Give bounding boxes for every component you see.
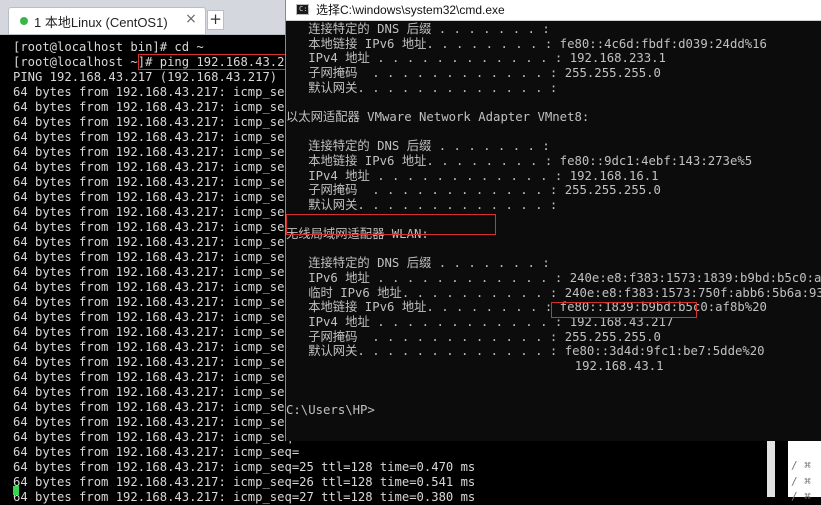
cmd-prompt-icon: C:\ [296,4,312,15]
tab-label: 1 本地Linux (CentOS1) [34,14,168,30]
cmd-line: IPv4 地址 . . . . . . . . . . . . : 192.16… [286,51,666,66]
wlan-adapter-highlight [286,214,496,235]
cmd-line: 默认网关. . . . . . . . . . . . . : [286,80,558,95]
side-glyph: / ⌘ [791,459,811,472]
terminal-line: 64 bytes from 192.168.43.217: icmp_seq=2… [13,475,476,489]
cmd-line: 以太网适配器 VMware Network Adapter VMnet8: [286,109,590,124]
close-tab-icon[interactable]: × [183,11,199,27]
wlan-ipv4-highlight [551,302,697,318]
terminal-line: 64 bytes from 192.168.43.217: icmp_seq= [13,295,300,309]
cmd-line: 连接特定的 DNS 后缀 . . . . . . . : [286,22,550,36]
terminal-line: 64 bytes from 192.168.43.217: icmp_seq= [13,340,300,354]
terminal-line: 64 bytes from 192.168.43.217: icmp_seq= [13,130,300,144]
cmd-line: 临时 IPv6 地址. . . . . . . . . . : 240e:e8:… [286,285,821,300]
terminal-line: 64 bytes from 192.168.43.217: icmp_seq= [13,445,300,459]
terminal-line: 64 bytes from 192.168.43.217: icmp_seq= [13,370,300,384]
terminal-cursor [13,486,19,495]
cmd-icon-glyph: C:\ [299,5,312,13]
terminal-line: 64 bytes from 192.168.43.217: icmp_seq=2… [13,460,476,474]
terminal-line: 64 bytes from 192.168.43.217: icmp_seq= [13,310,300,324]
terminal-line: [root@localhost bin]# cd ~ [13,40,204,54]
new-tab-button[interactable]: + [207,10,224,30]
terminal-line: 64 bytes from 192.168.43.217: icmp_seq= [13,145,300,159]
terminal-line: 64 bytes from 192.168.43.217: icmp_seq= [13,115,300,129]
terminal-line: 64 bytes from 192.168.43.217: icmp_seq= [13,280,300,294]
cmd-line: IPv4 地址 . . . . . . . . . . . . : 192.16… [286,168,659,183]
cmd-line: 默认网关. . . . . . . . . . . . . : [286,197,558,212]
tab-local-linux[interactable]: 1 本地Linux (CentOS1) × [8,7,206,34]
terminal-line: 64 bytes from 192.168.43.217: icmp_seq= [13,355,300,369]
cmd-line: 子网掩码 . . . . . . . . . . . . : 255.255.2… [286,65,661,80]
terminal-line: 64 bytes from 192.168.43.217: icmp_seq= [13,430,300,444]
cmd-line: 本地链接 IPv6 地址. . . . . . . . : fe80::4c6d… [286,36,767,51]
terminal-line: 64 bytes from 192.168.43.217: icmp_seq= [13,415,300,429]
terminal-line: 64 bytes from 192.168.43.217: icmp_seq= [13,400,300,414]
terminal-line: 64 bytes from 192.168.43.217: icmp_seq= [13,325,300,339]
cmd-line: 连接特定的 DNS 后缀 . . . . . . . : [286,256,550,271]
terminal-line: 64 bytes from 192.168.43.217: icmp_seq= [13,160,300,174]
cmd-line: IPv6 地址 . . . . . . . . . . . . : 240e:e… [286,271,821,286]
cmd-line: 默认网关. . . . . . . . . . . . . : fe80::3d… [286,344,765,359]
terminal-line: 64 bytes from 192.168.43.217: icmp_seq= [13,175,300,189]
cmd-line: 连接特定的 DNS 后缀 . . . . . . . : [286,139,550,154]
terminal-scrollbar[interactable] [767,441,775,497]
cmd-window[interactable]: C:\ 选择C:\windows\system32\cmd.exe 连接特定的 … [285,0,821,441]
terminal-line: 64 bytes from 192.168.43.217: icmp_seq= [13,235,300,249]
side-panel-strip: / ⌘ / ⌘ / ⌘ [788,441,821,503]
cmd-line: C:\Users\HP> [286,402,375,417]
terminal-line: 64 bytes from 192.168.43.217: icmp_seq= [13,220,300,234]
cmd-line: 子网掩码 . . . . . . . . . . . . : 255.255.2… [286,329,661,344]
terminal-line: 64 bytes from 192.168.43.217: icmp_seq=2… [13,490,476,504]
cmd-line: 192.168.43.1 [286,358,664,373]
terminal-line: PING 192.168.43.217 (192.168.43.217) 56 [13,70,300,84]
terminal-line: 64 bytes from 192.168.43.217: icmp_seq= [13,190,300,204]
terminal-line: 64 bytes from 192.168.43.217: icmp_seq= [13,250,300,264]
terminal-line: 64 bytes from 192.168.43.217: icmp_seq= [13,385,300,399]
terminal-line: 64 bytes from 192.168.43.217: icmp_seq= [13,100,300,114]
cmd-title-bar[interactable]: C:\ 选择C:\windows\system32\cmd.exe [286,0,821,21]
ping-command-highlight [138,54,286,70]
cmd-line: 子网掩码 . . . . . . . . . . . . : 255.255.2… [286,183,661,198]
terminal-line: 64 bytes from 192.168.43.217: icmp_seq= [13,85,300,99]
cmd-line: 本地链接 IPv6 地址. . . . . . . . : fe80::9dc1… [286,153,753,168]
connection-status-dot [20,17,28,25]
terminal-line: 64 bytes from 192.168.43.217: icmp_seq= [13,265,300,279]
cmd-window-title: 选择C:\windows\system32\cmd.exe [316,3,505,17]
terminal-line: 64 bytes from 192.168.43.217: icmp_seq= [13,205,300,219]
side-glyph: / ⌘ [791,475,811,488]
